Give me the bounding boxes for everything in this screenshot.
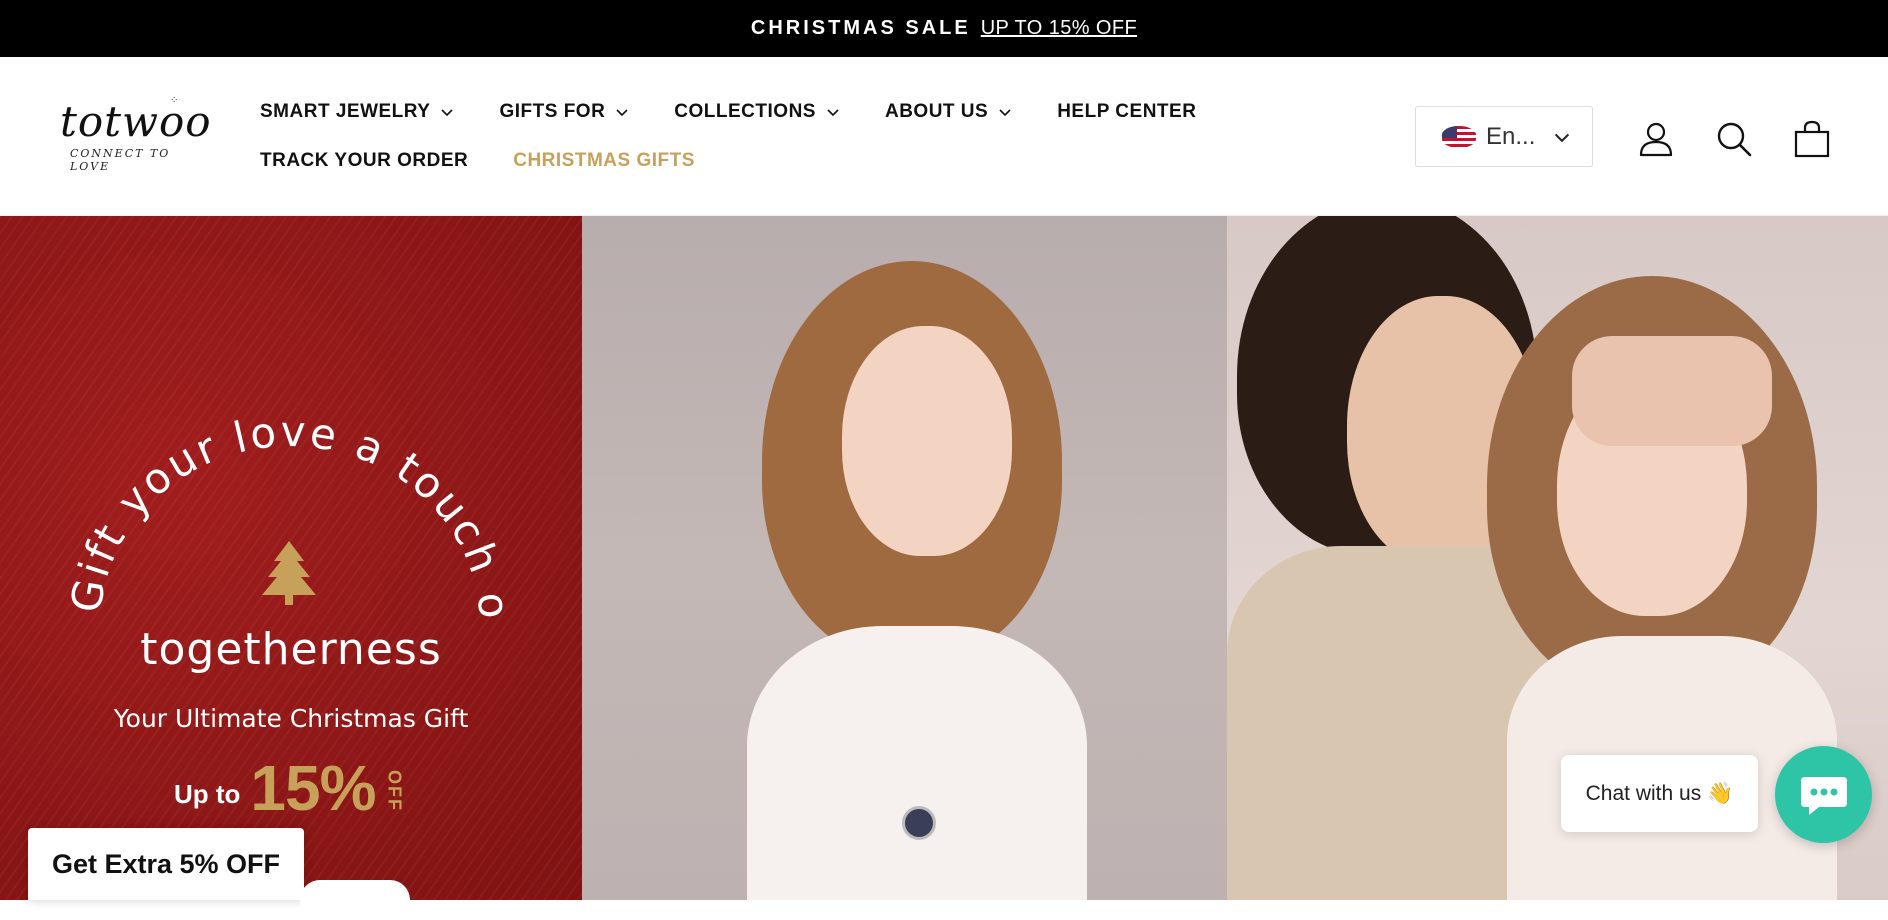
- hero-arc-text: Gift your love a touch of: [60, 406, 516, 624]
- chat-icon: [1800, 776, 1847, 815]
- chevron-down-icon: [441, 109, 454, 117]
- chat-label: Chat with us: [1585, 781, 1702, 805]
- chevron-down-icon: [827, 109, 839, 117]
- chevron-down-icon: [1555, 133, 1570, 142]
- nav-item-christmas-gifts[interactable]: CHRISTMAS GIFTS: [513, 150, 695, 172]
- hero-subheadline: Your Ultimate Christmas Gift: [113, 704, 469, 733]
- chevron-down-icon: [616, 109, 628, 117]
- covering-hand: [1572, 336, 1772, 446]
- waving-hand-icon: 👋: [1707, 781, 1734, 805]
- nav-item-about-us[interactable]: ABOUT US: [885, 101, 1012, 123]
- nav-item-label: COLLECTIONS: [674, 101, 816, 122]
- site-header: ⁘ totwoo CONNECT TO LOVE SMART JEWELRY G…: [0, 57, 1888, 216]
- nav-item-label: ABOUT US: [884, 101, 989, 122]
- announcement-bar: CHRISTMAS SALE UP TO 15% OFF: [0, 0, 1888, 57]
- christmas-tree-icon: [262, 541, 316, 605]
- account-icon[interactable]: [1636, 119, 1676, 159]
- hero-cta-pill[interactable]: [300, 880, 410, 920]
- nav-item-label: SMART JEWELRY: [260, 101, 431, 122]
- nav-item-help-center[interactable]: HELP CENTER: [1057, 101, 1196, 123]
- main-nav: SMART JEWELRY GIFTS FOR COLLECTIONS ABOU…: [260, 97, 1240, 195]
- nav-item-smart-jewelry[interactable]: SMART JEWELRY: [260, 101, 454, 123]
- nav-item-gifts-for[interactable]: GIFTS FOR: [499, 101, 629, 123]
- language-label: En...: [1486, 122, 1536, 150]
- search-icon[interactable]: [1714, 119, 1754, 159]
- hero-photo-woman: [582, 216, 1227, 900]
- us-flag-icon: [1442, 125, 1476, 148]
- hero-offer-suffix: OFF: [384, 770, 405, 812]
- chat-button[interactable]: [1775, 746, 1872, 843]
- brand-logo[interactable]: ⁘ totwoo CONNECT TO LOVE: [60, 95, 212, 179]
- nav-row-primary: SMART JEWELRY GIFTS FOR COLLECTIONS ABOU…: [260, 97, 1240, 127]
- cart-icon[interactable]: [1792, 119, 1832, 159]
- nav-item-label: GIFTS FOR: [499, 101, 606, 122]
- nav-item-label: CHRISTMAS GIFTS: [513, 150, 695, 171]
- hero-headline: togetherness: [140, 624, 442, 675]
- announcement-title: CHRISTMAS SALE: [750, 17, 971, 39]
- hero-offer: Up to 15% OFF: [174, 756, 405, 820]
- nav-item-collections[interactable]: COLLECTIONS: [674, 101, 840, 123]
- nav-item-label: HELP CENTER: [1057, 101, 1197, 122]
- nav-item-track-order[interactable]: TRACK YOUR ORDER: [260, 150, 468, 172]
- hero-offer-prefix: Up to: [174, 779, 241, 809]
- logo-sparkle-icon: ⁘: [170, 95, 179, 106]
- hero-offer-value: 15%: [250, 752, 376, 824]
- hero-promo-panel: Gift your love a touch of togetherness Y…: [0, 216, 582, 900]
- nav-row-secondary: TRACK YOUR ORDER CHRISTMAS GIFTS: [260, 146, 1240, 176]
- chevron-down-icon: [999, 109, 1011, 117]
- necklace-pendant: [902, 806, 936, 840]
- brand-tagline: CONNECT TO LOVE: [70, 147, 171, 173]
- chat-prompt[interactable]: Chat with us 👋: [1561, 755, 1758, 832]
- extra-discount-tab[interactable]: Get Extra 5% OFF: [28, 828, 304, 900]
- nav-item-label: TRACK YOUR ORDER: [260, 150, 469, 171]
- announcement-link[interactable]: UP TO 15% OFF: [981, 17, 1137, 40]
- brand-name: totwoo: [60, 97, 212, 146]
- language-selector[interactable]: En...: [1415, 106, 1593, 167]
